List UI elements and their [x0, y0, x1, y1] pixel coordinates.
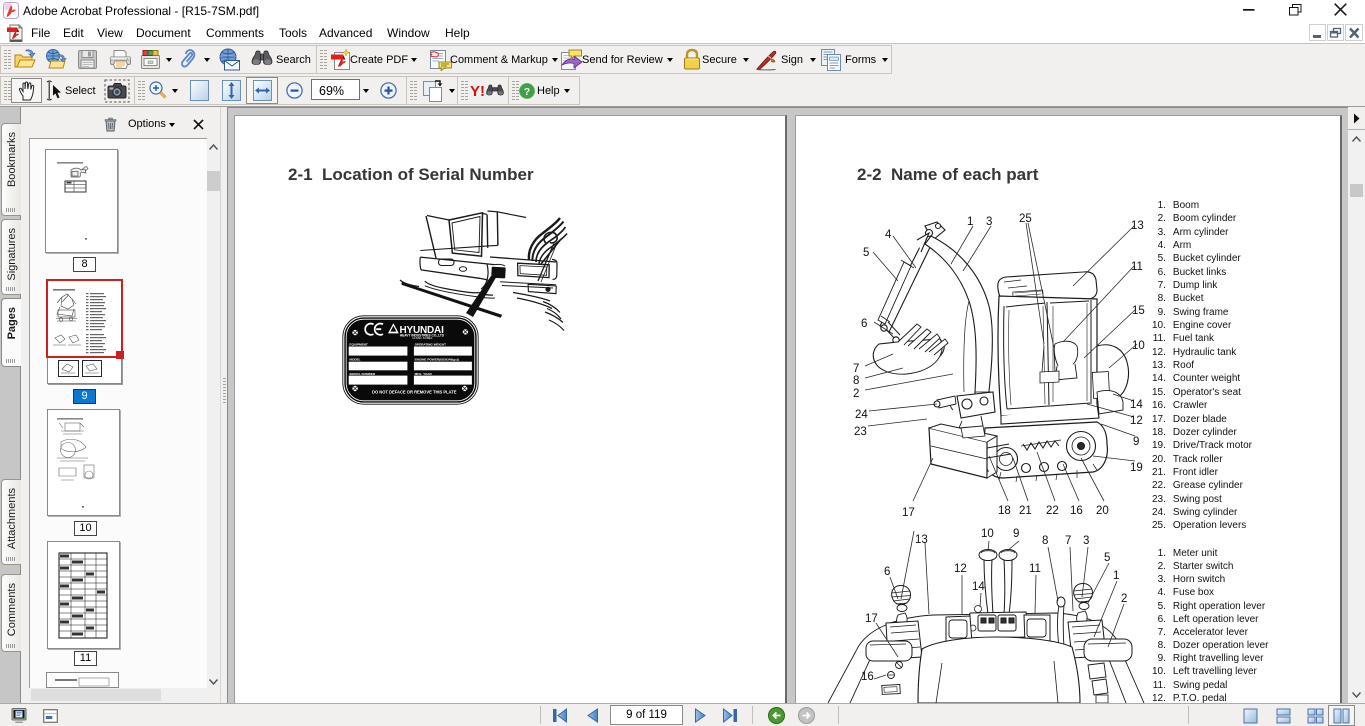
svg-text:11: 11: [1029, 563, 1041, 575]
svg-text:5: 5: [1104, 552, 1110, 564]
svg-text:6: 6: [861, 318, 867, 330]
svg-text:4: 4: [885, 229, 892, 241]
svg-text:3: 3: [1083, 535, 1089, 547]
svg-text:24: 24: [855, 409, 868, 421]
svg-text:13: 13: [1131, 220, 1144, 232]
svg-text:10: 10: [981, 528, 994, 540]
svg-text:17: 17: [865, 613, 878, 625]
svg-text:17: 17: [902, 507, 915, 519]
svg-text:7: 7: [853, 363, 859, 375]
svg-text:OPERATING WEIGHT: OPERATING WEIGHT: [415, 343, 447, 347]
svg-text:6: 6: [884, 566, 890, 578]
svg-text:14: 14: [972, 581, 985, 593]
svg-text:2: 2: [1121, 593, 1127, 605]
svg-text:21: 21: [1019, 505, 1032, 517]
svg-text:7: 7: [1065, 535, 1071, 547]
svg-text:Y!: Y!: [470, 83, 485, 100]
svg-text:ULSAN, KOREA: ULSAN, KOREA: [412, 336, 432, 340]
svg-text:MFG. YEAR: MFG. YEAR: [415, 372, 433, 376]
svg-text:16: 16: [1070, 505, 1083, 517]
svg-text:11: 11: [1131, 261, 1143, 273]
svg-text:5: 5: [863, 247, 869, 259]
svg-text:2: 2: [853, 388, 859, 400]
svg-text:?: ?: [524, 86, 530, 98]
svg-text:1: 1: [967, 216, 973, 228]
svg-text:12: 12: [954, 563, 967, 575]
svg-text:ENGINE POWER(ISO9249(gs)): ENGINE POWER(ISO9249(gs)): [415, 358, 459, 362]
svg-text:23: 23: [854, 426, 867, 438]
svg-text:1: 1: [1113, 570, 1119, 582]
svg-text:MODEL: MODEL: [349, 358, 360, 362]
svg-text:DO NOT DEFACE OR REMOVE THIS P: DO NOT DEFACE OR REMOVE THIS PLATE: [372, 390, 457, 395]
svg-text:3: 3: [986, 216, 992, 228]
svg-text:20: 20: [1096, 505, 1109, 517]
svg-text:12: 12: [1130, 415, 1143, 427]
svg-text:EQUIPMENT: EQUIPMENT: [349, 343, 368, 347]
svg-text:18: 18: [998, 505, 1011, 517]
svg-text:25: 25: [1019, 213, 1032, 225]
svg-text:9: 9: [1013, 528, 1019, 540]
svg-text:15: 15: [1132, 305, 1145, 317]
svg-text:8: 8: [1042, 535, 1048, 547]
svg-text:8: 8: [853, 375, 859, 387]
svg-text:22: 22: [1046, 505, 1059, 517]
svg-text:10: 10: [1132, 340, 1145, 352]
svg-text:16: 16: [861, 671, 874, 683]
svg-text:13: 13: [915, 534, 928, 546]
svg-text:14: 14: [1130, 399, 1143, 411]
svg-text:SERIAL NUMBER: SERIAL NUMBER: [349, 372, 375, 376]
svg-text:19: 19: [1130, 462, 1143, 474]
svg-text:9: 9: [1133, 436, 1139, 448]
